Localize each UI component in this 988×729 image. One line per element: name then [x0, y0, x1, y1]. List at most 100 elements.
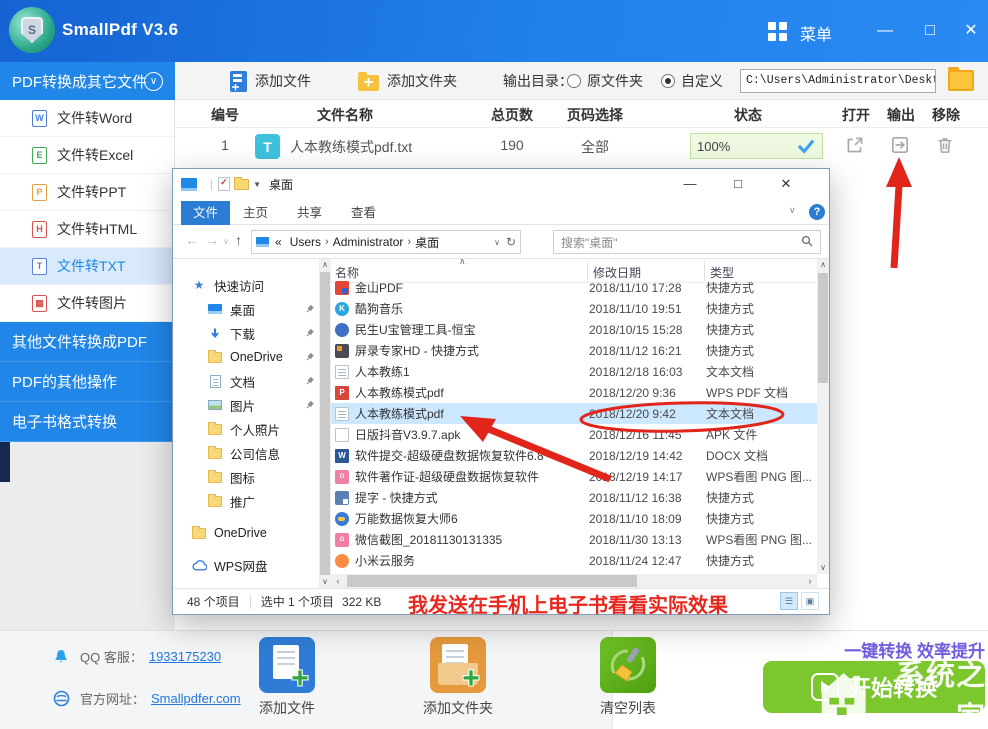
- history-dropdown-icon[interactable]: ∨: [223, 237, 229, 246]
- sidebar-section[interactable]: PDF的其他操作: [0, 362, 175, 402]
- add-folder-big-button[interactable]: + 添加文件夹: [418, 637, 498, 718]
- add-file-button[interactable]: 添加文件: [230, 62, 311, 100]
- file-row[interactable]: 小米云服务2018/11/24 12:47快捷方式: [331, 550, 817, 571]
- ribbon-collapse-icon[interactable]: ∨: [789, 205, 796, 216]
- list-horizontal-scrollbar[interactable]: ‹ ›: [331, 574, 817, 588]
- address-box[interactable]: « Users › Administrator › 桌面 ∨ ↻: [251, 230, 521, 254]
- details-view-icon[interactable]: ☰: [780, 592, 798, 610]
- nav-item-label: 文档: [230, 372, 255, 391]
- list-vertical-scrollbar[interactable]: ∧ ∨: [817, 259, 829, 574]
- open-file-icon[interactable]: [844, 134, 868, 158]
- close-button[interactable]: ✕: [956, 18, 986, 44]
- sidebar-item[interactable]: E文件转Excel: [0, 137, 174, 174]
- items-count: 48 个项目: [187, 593, 240, 610]
- maximize-button[interactable]: □: [915, 18, 945, 44]
- output-file-icon[interactable]: [889, 134, 913, 158]
- breadcrumb-desktop[interactable]: 桌面: [411, 234, 443, 251]
- quick-access-folder-icon[interactable]: [234, 179, 249, 190]
- sidebar-item[interactable]: ▦文件转图片: [0, 285, 174, 322]
- nav-item[interactable]: 桌面: [173, 297, 319, 321]
- add-file-big-button[interactable]: + 添加文件: [247, 637, 327, 718]
- file-row[interactable]: P人本教练模式pdf2018/12/20 9:36WPS PDF 文档: [331, 382, 817, 403]
- nav-scroll-thumb[interactable]: [320, 272, 330, 575]
- explorer-app-icon: [181, 178, 197, 191]
- scroll-up-icon[interactable]: ∧: [817, 259, 829, 271]
- nav-item[interactable]: 下载: [173, 321, 319, 345]
- nav-item-label: 图标: [230, 468, 255, 487]
- hscroll-thumb[interactable]: [347, 575, 637, 587]
- quick-access-dropdown-icon[interactable]: ▼: [253, 180, 261, 189]
- search-input[interactable]: 搜索"桌面": [553, 230, 821, 254]
- sidebar-item[interactable]: W文件转Word: [0, 100, 174, 137]
- file-name-text: 软件著作证-超级硬盘数据恢复软件: [355, 468, 539, 485]
- sidebar-section[interactable]: 电子书格式转换: [0, 402, 175, 442]
- start-convert-button[interactable]: 开始转换: [763, 661, 985, 713]
- clear-list-big-button[interactable]: 清空列表: [588, 637, 668, 718]
- help-icon[interactable]: ?: [809, 204, 825, 220]
- up-icon[interactable]: ↑: [235, 232, 242, 248]
- scroll-down-icon[interactable]: ∨: [817, 562, 829, 574]
- sidebar-header[interactable]: PDF转换成其它文件 ∨: [0, 62, 175, 100]
- nav-item[interactable]: 推广: [173, 489, 319, 513]
- refresh-icon[interactable]: ↻: [506, 235, 516, 249]
- explorer-maximize-button[interactable]: □: [721, 169, 755, 199]
- scroll-down-icon[interactable]: ∨: [319, 576, 331, 588]
- menu-grid-icon[interactable]: [768, 22, 787, 41]
- add-folder-button[interactable]: 添加文件夹: [358, 62, 457, 100]
- file-row[interactable]: 金山PDF2018/11/10 17:28快捷方式: [331, 277, 817, 298]
- sidebar-section[interactable]: 其他文件转换成PDF: [0, 322, 175, 362]
- nav-item[interactable]: 文档: [173, 369, 319, 393]
- radio-original-folder[interactable]: 原文件夹: [567, 62, 643, 100]
- scroll-left-icon[interactable]: ‹: [331, 574, 345, 588]
- menu-button[interactable]: 菜单: [800, 21, 832, 45]
- tab-share[interactable]: 共享: [285, 201, 334, 225]
- nav-item[interactable]: OneDrive: [173, 521, 319, 545]
- tab-file[interactable]: 文件: [181, 201, 230, 225]
- minimize-button[interactable]: —: [870, 18, 900, 44]
- file-row[interactable]: G软件著作证-超级硬盘数据恢复软件2018/12/19 14:17WPS看图 P…: [331, 466, 817, 487]
- nav-item-label: 推广: [230, 492, 255, 511]
- thumbnail-view-icon[interactable]: ▣: [801, 592, 819, 610]
- output-path-input[interactable]: C:\Users\Administrator\Desktop: [740, 69, 936, 93]
- breadcrumb-users[interactable]: Users: [286, 235, 325, 249]
- nav-item[interactable]: 公司信息: [173, 441, 319, 465]
- scroll-right-icon[interactable]: ›: [803, 574, 817, 588]
- file-row[interactable]: 屏录专家HD - 快捷方式2018/11/12 16:21快捷方式: [331, 340, 817, 361]
- tab-home[interactable]: 主页: [231, 201, 280, 225]
- explorer-close-button[interactable]: ✕: [769, 169, 803, 199]
- file-row[interactable]: W软件提交-超级硬盘数据恢复软件6.82018/12/19 14:42DOCX …: [331, 445, 817, 466]
- nav-item[interactable]: WPS网盘: [173, 553, 319, 577]
- file-row[interactable]: 提字 - 快捷方式2018/11/12 16:38快捷方式: [331, 487, 817, 508]
- file-row[interactable]: 日版抖音V3.9.7.apk2018/12/16 11:45APK 文件: [331, 424, 817, 445]
- list-scroll-thumb[interactable]: [818, 273, 828, 383]
- sidebar-item[interactable]: T文件转TXT: [0, 248, 174, 285]
- table-row[interactable]: 1 T 人本教练模式pdf.txt 190 全部 100%: [175, 128, 988, 165]
- sidebar-item[interactable]: H文件转HTML: [0, 211, 174, 248]
- nav-item[interactable]: 图片: [173, 393, 319, 417]
- breadcrumb-administrator[interactable]: Administrator: [329, 235, 408, 249]
- forward-icon[interactable]: →: [205, 232, 219, 248]
- file-row[interactable]: 人本教练12018/12/18 16:03文本文档: [331, 361, 817, 382]
- nav-item[interactable]: 图标: [173, 465, 319, 489]
- file-row[interactable]: 民生U宝管理工具-恒宝2018/10/15 15:28快捷方式: [331, 319, 817, 340]
- browse-folder-button[interactable]: [948, 70, 974, 91]
- back-icon[interactable]: ←: [185, 232, 199, 248]
- explorer-minimize-button[interactable]: —: [673, 169, 707, 199]
- file-row[interactable]: 万能数据恢复大师62018/11/10 18:09快捷方式: [331, 508, 817, 529]
- file-row[interactable]: G微信截图_201811301313352018/11/30 13:13WPS看…: [331, 529, 817, 550]
- scroll-up-icon[interactable]: ∧: [319, 259, 331, 271]
- address-dropdown-icon[interactable]: ∨: [494, 238, 500, 247]
- file-row[interactable]: 人本教练模式pdf2018/12/20 9:42文本文档: [331, 403, 817, 424]
- file-row[interactable]: K酷狗音乐2018/11/10 19:51快捷方式: [331, 298, 817, 319]
- tab-view[interactable]: 查看: [339, 201, 388, 225]
- qq-number-link[interactable]: 1933175230: [149, 649, 221, 664]
- remove-file-icon[interactable]: [934, 134, 958, 158]
- nav-item[interactable]: 个人照片: [173, 417, 319, 441]
- nav-item[interactable]: OneDrive: [173, 345, 319, 369]
- quick-access-properties-icon[interactable]: [218, 177, 230, 191]
- sidebar-item[interactable]: P文件转PPT: [0, 174, 174, 211]
- nav-scrollbar[interactable]: ∧ ∨: [319, 259, 331, 588]
- nav-item[interactable]: ★快速访问: [173, 273, 319, 297]
- site-url-link[interactable]: Smallpdfer.com: [151, 691, 241, 706]
- radio-custom[interactable]: 自定义: [661, 62, 723, 100]
